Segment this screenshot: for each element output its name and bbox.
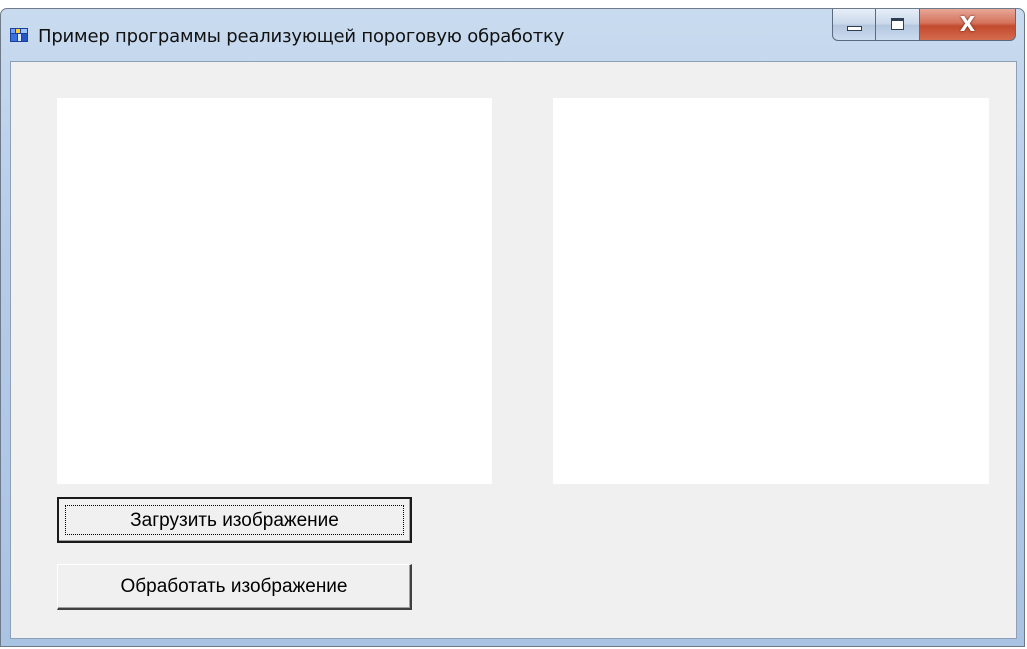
maximize-icon (891, 18, 904, 30)
window-title: Пример программы реализующей пороговую о… (38, 26, 565, 47)
load-image-button[interactable]: Загрузить изображение (57, 497, 412, 543)
client-area: Загрузить изображение Обработать изображ… (10, 61, 1017, 639)
caption-buttons: X (832, 9, 1020, 43)
close-button[interactable]: X (920, 9, 1016, 41)
maximize-button[interactable] (876, 9, 920, 41)
minimize-button[interactable] (832, 9, 876, 41)
app-window: Пример программы реализующей пороговую о… (0, 8, 1025, 647)
process-image-button[interactable]: Обработать изображение (57, 564, 412, 610)
result-image-box (553, 98, 989, 484)
minimize-icon (847, 26, 862, 31)
title-bar[interactable]: Пример программы реализующей пороговую о… (1, 9, 1024, 61)
app-icon (10, 28, 28, 42)
source-image-box (57, 98, 492, 484)
process-image-label: Обработать изображение (120, 576, 348, 597)
close-icon: X (959, 12, 976, 36)
load-image-label: Загрузить изображение (130, 510, 339, 531)
